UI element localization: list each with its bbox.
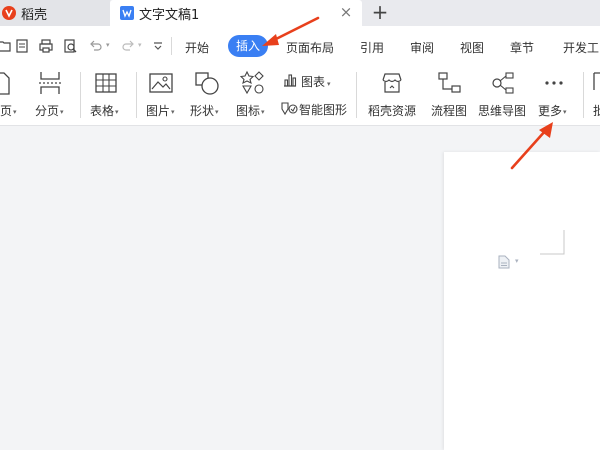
chart-button[interactable]: 图表 ▾ xyxy=(301,73,331,90)
page-break-icon[interactable] xyxy=(38,70,62,96)
menu-page-layout[interactable]: 页面布局 xyxy=(286,39,334,56)
menu-section[interactable]: 章节 xyxy=(510,39,534,56)
picture-button[interactable]: 图片▾ xyxy=(146,102,175,119)
page-break-button[interactable]: 分页▾ xyxy=(35,102,64,119)
export-pdf-icon[interactable] xyxy=(14,38,30,54)
table-label: 表格 xyxy=(90,104,115,118)
more-icon[interactable] xyxy=(543,70,565,96)
paragraph-options-caret-icon[interactable]: ▾ xyxy=(515,257,519,265)
shape-label: 形状 xyxy=(190,104,215,118)
menu-bar: ▾ ▾ 开始 插入 页面布局 引用 审阅 视图 章节 开发工 xyxy=(0,26,600,66)
writer-doc-icon xyxy=(120,6,134,20)
more-caret-icon: ▾ xyxy=(563,107,567,116)
table-button[interactable]: 表格▾ xyxy=(90,102,119,119)
menu-view[interactable]: 视图 xyxy=(460,39,484,56)
tab-daoke-label: 稻壳 xyxy=(21,7,48,23)
tab-document-label: 文字文稿1 xyxy=(139,7,200,23)
redo-icon[interactable] xyxy=(120,38,136,54)
menu-divider xyxy=(171,37,172,55)
page-corner-marker xyxy=(540,230,565,255)
chart-icon[interactable] xyxy=(282,72,298,88)
chart-label: 图表 xyxy=(301,75,326,89)
picture-label: 图片 xyxy=(146,104,171,118)
icon-library-icon[interactable] xyxy=(240,70,266,96)
shape-caret-icon: ▾ xyxy=(215,107,219,116)
ribbon-divider xyxy=(583,72,584,118)
comment-label[interactable]: 批 xyxy=(593,102,600,119)
print-preview-icon[interactable] xyxy=(62,38,78,54)
page-break-caret-icon: ▾ xyxy=(60,107,64,116)
close-tab-icon[interactable]: × xyxy=(338,4,354,20)
cover-page-caret-icon: ▾ xyxy=(13,107,17,116)
more-label: 更多 xyxy=(538,104,563,118)
document-page[interactable]: ▾ xyxy=(444,152,600,450)
menu-insert[interactable]: 插入 xyxy=(228,35,269,57)
table-icon[interactable] xyxy=(94,70,118,96)
ribbon-divider xyxy=(356,72,357,118)
print-icon[interactable] xyxy=(38,38,54,54)
menu-review[interactable]: 审阅 xyxy=(410,39,434,56)
daoke-resources-icon[interactable] xyxy=(379,70,405,96)
cover-page-button[interactable]: 页▾ xyxy=(0,102,17,119)
cover-page-label: 页 xyxy=(0,104,13,118)
smart-graphic-icon[interactable] xyxy=(280,100,298,116)
flowchart-label[interactable]: 流程图 xyxy=(431,102,467,119)
ribbon-divider xyxy=(136,72,137,118)
paragraph-options-icon[interactable] xyxy=(497,255,511,269)
document-canvas: ▾ xyxy=(0,126,600,450)
page-break-label: 分页 xyxy=(35,104,60,118)
shape-button[interactable]: 形状▾ xyxy=(190,102,219,119)
customize-toolbar-icon[interactable] xyxy=(150,38,166,54)
picture-icon[interactable] xyxy=(148,70,174,96)
cover-page-icon[interactable] xyxy=(0,70,14,96)
icon-label: 图标 xyxy=(236,104,261,118)
icon-caret-icon: ▾ xyxy=(261,107,265,116)
flowchart-icon[interactable] xyxy=(437,70,463,96)
menu-start[interactable]: 开始 xyxy=(185,39,209,56)
mindmap-label[interactable]: 思维导图 xyxy=(478,102,526,119)
shape-icon[interactable] xyxy=(194,70,220,96)
redo-dropdown-icon[interactable]: ▾ xyxy=(138,41,142,49)
tab-document[interactable]: 文字文稿1 × xyxy=(110,0,362,26)
tab-daoke[interactable]: 稻壳 xyxy=(0,0,110,26)
mindmap-icon[interactable] xyxy=(490,70,516,96)
daoke-resources-label[interactable]: 稻壳资源 xyxy=(368,102,416,119)
picture-caret-icon: ▾ xyxy=(171,107,175,116)
smart-graphic-label[interactable]: 智能图形 xyxy=(299,101,347,118)
new-tab-button[interactable]: + xyxy=(370,1,390,23)
more-button[interactable]: 更多▾ xyxy=(538,102,567,119)
open-folder-icon[interactable] xyxy=(0,38,12,54)
undo-icon[interactable] xyxy=(88,38,104,54)
tab-bar: 稻壳 文字文稿1 × + xyxy=(0,0,600,26)
ribbon-divider xyxy=(80,72,81,118)
menu-references[interactable]: 引用 xyxy=(360,39,384,56)
daoke-logo-icon xyxy=(2,6,16,20)
comment-icon[interactable] xyxy=(592,70,600,96)
icon-button[interactable]: 图标▾ xyxy=(236,102,265,119)
menu-developer[interactable]: 开发工 xyxy=(563,39,599,56)
undo-dropdown-icon[interactable]: ▾ xyxy=(106,41,110,49)
insert-ribbon: 页▾ 分页▾ 表格▾ 图片▾ 形状▾ 图标▾ 图表 ▾ 智能图形 稻壳资源 流程图… xyxy=(0,66,600,126)
table-caret-icon: ▾ xyxy=(115,107,119,116)
chart-caret-icon: ▾ xyxy=(327,80,331,88)
